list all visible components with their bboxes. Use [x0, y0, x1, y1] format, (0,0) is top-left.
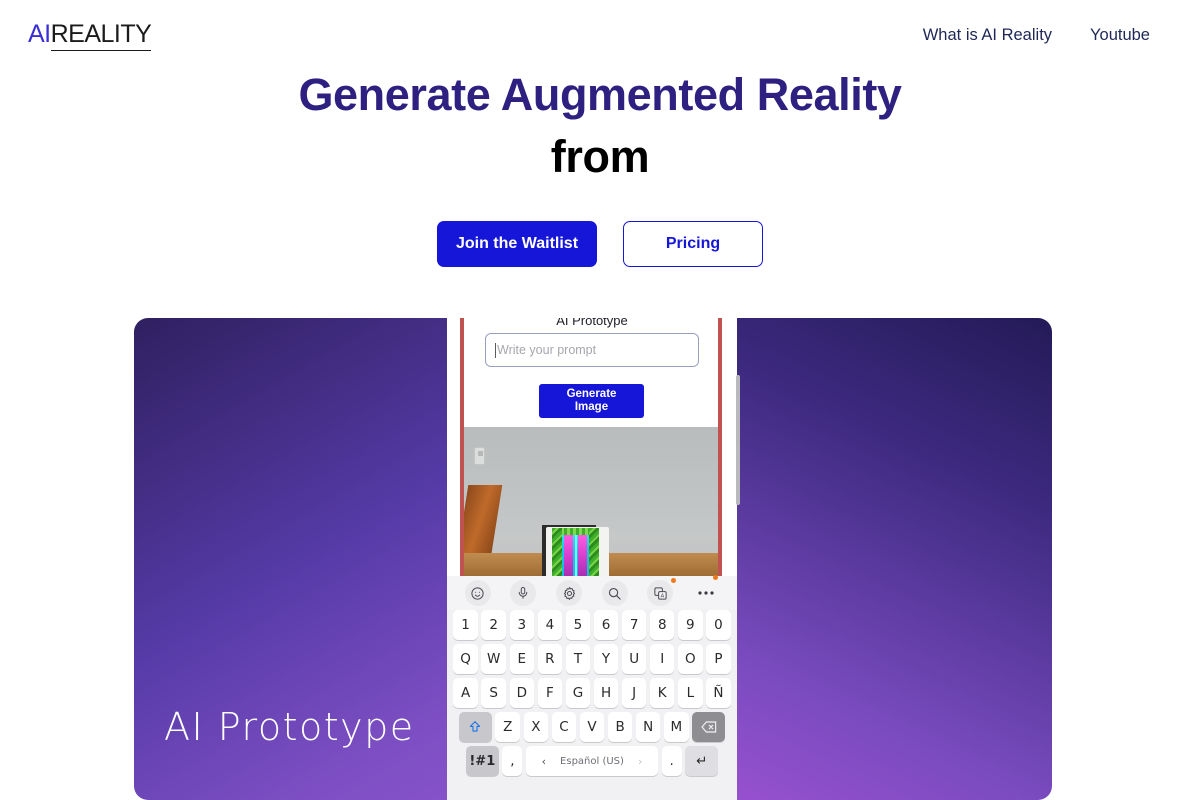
key-c[interactable]: C — [551, 712, 577, 742]
key-8[interactable]: 8 — [649, 610, 675, 640]
key-1[interactable]: 1 — [453, 610, 478, 640]
symbols-key[interactable]: !#1 — [465, 746, 499, 776]
key-0[interactable]: 0 — [706, 610, 731, 640]
showcase-caption: AI Prototype — [164, 705, 415, 749]
main-nav: What is AI Reality Youtube — [923, 26, 1150, 45]
key-s[interactable]: S — [481, 678, 506, 708]
settings-gear-icon[interactable] — [556, 580, 583, 606]
virtual-keyboard: A 1234567890 QWERTYUIOP ASDFGHJKLÑ Z X C… — [447, 575, 737, 800]
generate-image-button[interactable]: Generate Image — [539, 384, 644, 418]
generate-image-label: Generate Image — [566, 387, 617, 413]
key-q[interactable]: Q — [453, 644, 478, 674]
keyboard-toolbar: A — [447, 575, 737, 610]
key-z[interactable]: Z — [495, 712, 520, 742]
prompt-placeholder: Write your prompt — [497, 343, 597, 357]
headline-line-2: from — [550, 131, 650, 183]
translate-icon[interactable]: A — [647, 578, 677, 606]
key-o[interactable]: O — [678, 644, 703, 674]
space-key[interactable]: ‹ Español (US) › — [526, 746, 658, 776]
key-e[interactable]: E — [509, 644, 535, 674]
search-icon[interactable] — [601, 580, 628, 606]
pricing-button[interactable]: Pricing — [623, 221, 763, 267]
period-key[interactable]: . — [661, 746, 682, 776]
key-3[interactable]: 3 — [509, 610, 535, 640]
nav-link-youtube[interactable]: Youtube — [1090, 26, 1150, 45]
svg-text:A: A — [660, 593, 664, 599]
text-caret — [495, 342, 496, 358]
key-i[interactable]: I — [649, 644, 675, 674]
key-y[interactable]: Y — [593, 644, 619, 674]
comma-key[interactable]: , — [502, 746, 523, 776]
nav-link-what-is-ai-reality[interactable]: What is AI Reality — [923, 26, 1052, 45]
brand-logo[interactable]: AI REALITY — [28, 19, 152, 51]
key-ñ[interactable]: Ñ — [706, 678, 731, 708]
logo-text-ai: AI — [28, 19, 51, 48]
ar-curtain-left — [564, 534, 573, 582]
space-next-language-icon[interactable]: › — [638, 755, 642, 768]
key-6[interactable]: 6 — [593, 610, 619, 640]
keyboard-row-space: !#1 , ‹ Español (US) › . ↵ — [447, 746, 737, 776]
key-5[interactable]: 5 — [565, 610, 591, 640]
keyboard-row-top: QWERTYUIOP — [447, 644, 737, 674]
key-g[interactable]: G — [565, 678, 591, 708]
key-u[interactable]: U — [621, 644, 647, 674]
logo-text-reality: REALITY — [50, 20, 152, 51]
key-a[interactable]: A — [453, 678, 478, 708]
key-9[interactable]: 9 — [678, 610, 703, 640]
key-x[interactable]: X — [523, 712, 549, 742]
shift-key[interactable] — [458, 712, 492, 742]
keyboard-row-home: ASDFGHJKLÑ — [447, 678, 737, 708]
landing-page: AI REALITY What is AI Reality Youtube Gen… — [0, 0, 1200, 800]
space-prev-language-icon[interactable]: ‹ — [542, 755, 546, 768]
wall-switch — [474, 447, 485, 465]
key-w[interactable]: W — [481, 644, 506, 674]
key-j[interactable]: J — [621, 678, 647, 708]
more-options-badge-dot — [713, 575, 719, 580]
prompt-input[interactable]: Write your prompt — [485, 333, 699, 367]
key-d[interactable]: D — [509, 678, 535, 708]
page-title: Generate Augmented Reality from — [0, 64, 1200, 188]
key-7[interactable]: 7 — [621, 610, 647, 640]
more-options-icon[interactable] — [693, 575, 719, 606]
phone-demo: AI Prototype Write your prompt Generate I… — [447, 318, 737, 800]
key-k[interactable]: K — [649, 678, 675, 708]
keyboard-rows: 1234567890 QWERTYUIOP ASDFGHJKLÑ ZXCVBNM… — [447, 610, 737, 780]
ar-curtain-right — [578, 534, 587, 582]
space-language-label: Español (US) — [560, 755, 624, 767]
keyboard-row-bottom: ZXCVBNM — [447, 712, 737, 742]
enter-key[interactable]: ↵ — [685, 746, 719, 776]
key-r[interactable]: R — [537, 644, 563, 674]
phone-edge-right — [718, 318, 722, 585]
key-t[interactable]: T — [565, 644, 591, 674]
key-p[interactable]: P — [706, 644, 731, 674]
keyboard-row-numbers: 1234567890 — [447, 610, 737, 640]
key-m[interactable]: M — [664, 712, 689, 742]
ar-camera-preview — [464, 427, 718, 585]
key-l[interactable]: L — [678, 678, 703, 708]
translate-badge-dot — [671, 578, 677, 583]
app-title: AI Prototype — [556, 318, 628, 328]
key-f[interactable]: F — [537, 678, 563, 708]
cta-button-row: Join the Waitlist Pricing — [0, 221, 1200, 267]
key-h[interactable]: H — [593, 678, 619, 708]
key-2[interactable]: 2 — [481, 610, 506, 640]
key-v[interactable]: V — [579, 712, 605, 742]
join-waitlist-button[interactable]: Join the Waitlist — [437, 221, 597, 267]
headline-line-1: Generate Augmented Reality — [298, 69, 902, 120]
hero-section: Generate Augmented Reality from — [0, 64, 1200, 188]
microphone-icon[interactable] — [510, 580, 537, 606]
emoji-icon[interactable] — [464, 580, 491, 606]
phone-scrollbar[interactable] — [736, 375, 740, 505]
key-4[interactable]: 4 — [537, 610, 563, 640]
site-header: AI REALITY What is AI Reality Youtube — [0, 0, 1200, 70]
backspace-key[interactable] — [692, 712, 726, 742]
key-n[interactable]: N — [635, 712, 661, 742]
key-b[interactable]: B — [607, 712, 633, 742]
